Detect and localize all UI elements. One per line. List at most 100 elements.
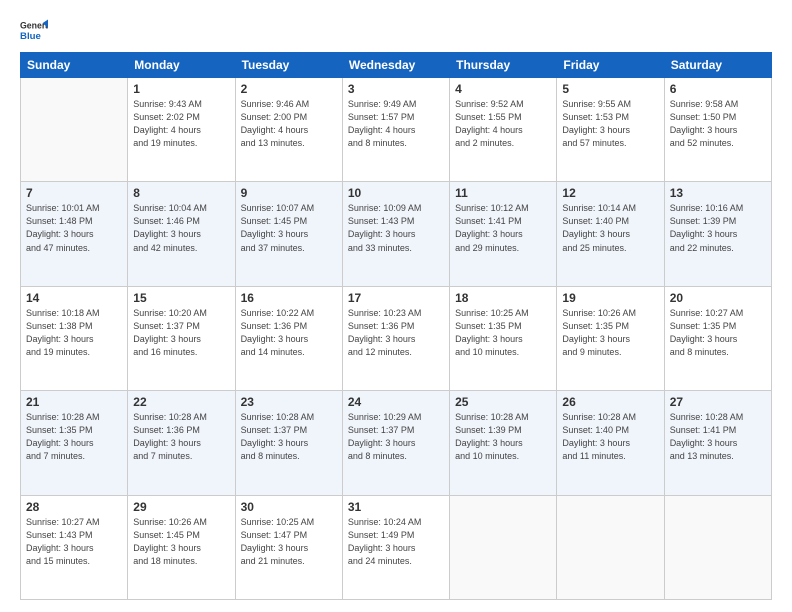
calendar-cell: 21 Sunrise: 10:28 AM Sunset: 1:35 PM Dayl…: [21, 391, 128, 495]
day-number: 25: [455, 395, 551, 409]
calendar-cell: 13Sunrise: 10:16 AM Sunset: 1:39 PM Dayl…: [664, 182, 771, 286]
calendar-week-row: 7 Sunrise: 10:01 AM Sunset: 1:48 PM Dayli…: [21, 182, 772, 286]
day-info: Sunrise: 10:28 AM Sunset: 1:39 PM Daylig…: [455, 411, 551, 463]
calendar-cell: 11Sunrise: 10:12 AM Sunset: 1:41 PM Dayl…: [450, 182, 557, 286]
day-number: 6: [670, 82, 766, 96]
day-number: 12: [562, 186, 658, 200]
day-number: 1: [133, 82, 229, 96]
calendar-cell: 10Sunrise: 10:09 AM Sunset: 1:43 PM Dayl…: [342, 182, 449, 286]
calendar-cell: 4 Sunrise: 9:52 AM Sunset: 1:55 PM Daylig…: [450, 78, 557, 182]
day-number: 15: [133, 291, 229, 305]
calendar-header-row: SundayMondayTuesdayWednesdayThursdayFrid…: [21, 53, 772, 78]
day-number: 14: [26, 291, 122, 305]
calendar-cell: 22 Sunrise: 10:28 AM Sunset: 1:36 PM Dayl…: [128, 391, 235, 495]
calendar-week-row: 14 Sunrise: 10:18 AM Sunset: 1:38 PM Dayl…: [21, 286, 772, 390]
day-number: 30: [241, 500, 337, 514]
day-info: Sunrise: 9:52 AM Sunset: 1:55 PM Dayligh…: [455, 98, 551, 150]
day-number: 7: [26, 186, 122, 200]
calendar-cell: [557, 495, 664, 599]
calendar-cell: 30 Sunrise: 10:25 AM Sunset: 1:47 PM Dayl…: [235, 495, 342, 599]
day-header-thursday: Thursday: [450, 53, 557, 78]
day-info: Sunrise: 9:49 AM Sunset: 1:57 PM Dayligh…: [348, 98, 444, 150]
day-info: Sunrise: 9:58 AM Sunset: 1:50 PM Dayligh…: [670, 98, 766, 150]
day-number: 20: [670, 291, 766, 305]
day-info: Sunrise: 9:46 AM Sunset: 2:00 PM Dayligh…: [241, 98, 337, 150]
day-number: 8: [133, 186, 229, 200]
day-info: Sunrise: 10:04 AM Sunset: 1:46 PM Daylig…: [133, 202, 229, 254]
day-number: 21: [26, 395, 122, 409]
calendar-cell: 26 Sunrise: 10:28 AM Sunset: 1:40 PM Dayl…: [557, 391, 664, 495]
day-number: 19: [562, 291, 658, 305]
day-info: Sunrise: 10:27 AM Sunset: 1:35 PM Daylig…: [670, 307, 766, 359]
calendar-cell: 29 Sunrise: 10:26 AM Sunset: 1:45 PM Dayl…: [128, 495, 235, 599]
calendar-cell: 25 Sunrise: 10:28 AM Sunset: 1:39 PM Dayl…: [450, 391, 557, 495]
day-header-sunday: Sunday: [21, 53, 128, 78]
day-number: 16: [241, 291, 337, 305]
calendar-week-row: 28 Sunrise: 10:27 AM Sunset: 1:43 PM Dayl…: [21, 495, 772, 599]
calendar-cell: 1 Sunrise: 9:43 AM Sunset: 2:02 PM Daylig…: [128, 78, 235, 182]
calendar-cell: 9 Sunrise: 10:07 AM Sunset: 1:45 PM Dayli…: [235, 182, 342, 286]
day-info: Sunrise: 10:29 AM Sunset: 1:37 PM Daylig…: [348, 411, 444, 463]
calendar-cell: 28 Sunrise: 10:27 AM Sunset: 1:43 PM Dayl…: [21, 495, 128, 599]
header: General Blue: [20, 16, 772, 44]
day-info: Sunrise: 10:28 AM Sunset: 1:37 PM Daylig…: [241, 411, 337, 463]
day-info: Sunrise: 10:23 AM Sunset: 1:36 PM Daylig…: [348, 307, 444, 359]
day-number: 4: [455, 82, 551, 96]
day-number: 29: [133, 500, 229, 514]
day-info: Sunrise: 9:43 AM Sunset: 2:02 PM Dayligh…: [133, 98, 229, 150]
day-header-friday: Friday: [557, 53, 664, 78]
day-info: Sunrise: 10:20 AM Sunset: 1:37 PM Daylig…: [133, 307, 229, 359]
day-info: Sunrise: 10:28 AM Sunset: 1:40 PM Daylig…: [562, 411, 658, 463]
day-number: 11: [455, 186, 551, 200]
calendar-cell: 16Sunrise: 10:22 AM Sunset: 1:36 PM Dayl…: [235, 286, 342, 390]
calendar-cell: 17 Sunrise: 10:23 AM Sunset: 1:36 PM Dayl…: [342, 286, 449, 390]
calendar-cell: 3 Sunrise: 9:49 AM Sunset: 1:57 PM Daylig…: [342, 78, 449, 182]
day-info: Sunrise: 10:26 AM Sunset: 1:35 PM Daylig…: [562, 307, 658, 359]
day-number: 24: [348, 395, 444, 409]
calendar-cell: 18Sunrise: 10:25 AM Sunset: 1:35 PM Dayl…: [450, 286, 557, 390]
svg-text:Blue: Blue: [20, 31, 41, 42]
day-info: Sunrise: 10:07 AM Sunset: 1:45 PM Daylig…: [241, 202, 337, 254]
day-number: 2: [241, 82, 337, 96]
day-header-monday: Monday: [128, 53, 235, 78]
calendar-cell: 2 Sunrise: 9:46 AM Sunset: 2:00 PM Daylig…: [235, 78, 342, 182]
svg-text:General: General: [20, 20, 48, 30]
day-info: Sunrise: 10:28 AM Sunset: 1:41 PM Daylig…: [670, 411, 766, 463]
calendar-cell: 5 Sunrise: 9:55 AM Sunset: 1:53 PM Daylig…: [557, 78, 664, 182]
calendar-cell: 8 Sunrise: 10:04 AM Sunset: 1:46 PM Dayli…: [128, 182, 235, 286]
calendar-cell: 19 Sunrise: 10:26 AM Sunset: 1:35 PM Dayl…: [557, 286, 664, 390]
day-info: Sunrise: 9:55 AM Sunset: 1:53 PM Dayligh…: [562, 98, 658, 150]
calendar-cell: 23 Sunrise: 10:28 AM Sunset: 1:37 PM Dayl…: [235, 391, 342, 495]
day-info: Sunrise: 10:26 AM Sunset: 1:45 PM Daylig…: [133, 516, 229, 568]
calendar-cell: 14 Sunrise: 10:18 AM Sunset: 1:38 PM Dayl…: [21, 286, 128, 390]
calendar-cell: 12Sunrise: 10:14 AM Sunset: 1:40 PM Dayl…: [557, 182, 664, 286]
calendar-cell: 20 Sunrise: 10:27 AM Sunset: 1:35 PM Dayl…: [664, 286, 771, 390]
day-number: 22: [133, 395, 229, 409]
calendar-week-row: 21 Sunrise: 10:28 AM Sunset: 1:35 PM Dayl…: [21, 391, 772, 495]
day-info: Sunrise: 10:25 AM Sunset: 1:47 PM Daylig…: [241, 516, 337, 568]
calendar-week-row: 1 Sunrise: 9:43 AM Sunset: 2:02 PM Daylig…: [21, 78, 772, 182]
calendar-cell: 31 Sunrise: 10:24 AM Sunset: 1:49 PM Dayl…: [342, 495, 449, 599]
day-info: Sunrise: 10:01 AM Sunset: 1:48 PM Daylig…: [26, 202, 122, 254]
day-number: 23: [241, 395, 337, 409]
calendar-cell: [450, 495, 557, 599]
day-number: 9: [241, 186, 337, 200]
calendar-table: SundayMondayTuesdayWednesdayThursdayFrid…: [20, 52, 772, 600]
day-info: Sunrise: 10:18 AM Sunset: 1:38 PM Daylig…: [26, 307, 122, 359]
day-number: 5: [562, 82, 658, 96]
day-info: Sunrise: 10:28 AM Sunset: 1:35 PM Daylig…: [26, 411, 122, 463]
day-number: 26: [562, 395, 658, 409]
calendar-cell: 24 Sunrise: 10:29 AM Sunset: 1:37 PM Dayl…: [342, 391, 449, 495]
day-info: Sunrise: 10:27 AM Sunset: 1:43 PM Daylig…: [26, 516, 122, 568]
day-info: Sunrise: 10:24 AM Sunset: 1:49 PM Daylig…: [348, 516, 444, 568]
day-number: 18: [455, 291, 551, 305]
day-number: 28: [26, 500, 122, 514]
logo: General Blue: [20, 16, 48, 44]
day-number: 3: [348, 82, 444, 96]
day-info: Sunrise: 10:28 AM Sunset: 1:36 PM Daylig…: [133, 411, 229, 463]
day-number: 17: [348, 291, 444, 305]
day-number: 31: [348, 500, 444, 514]
day-number: 27: [670, 395, 766, 409]
calendar-cell: 27 Sunrise: 10:28 AM Sunset: 1:41 PM Dayl…: [664, 391, 771, 495]
day-header-tuesday: Tuesday: [235, 53, 342, 78]
